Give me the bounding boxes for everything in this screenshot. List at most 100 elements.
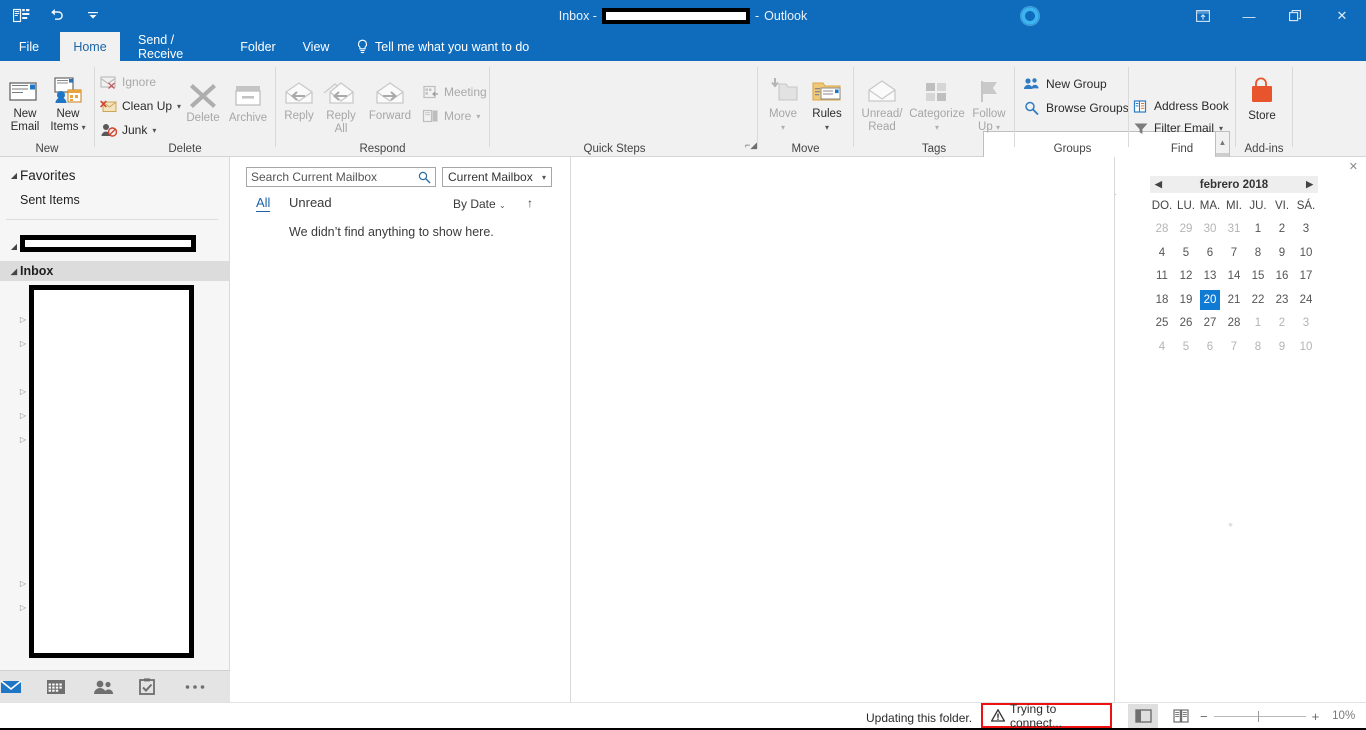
junk-button[interactable]: Junk ▾ — [100, 119, 156, 141]
new-items-button[interactable]: New Items ▾ — [45, 71, 91, 134]
calendar-prev-icon[interactable]: ◀ — [1155, 179, 1162, 190]
calendar-next-icon[interactable]: ▶ — [1306, 179, 1313, 190]
new-group-button[interactable]: New Group — [1023, 73, 1107, 95]
calendar-day[interactable]: 3 — [1294, 313, 1318, 334]
zoom-in-button[interactable]: + — [1312, 709, 1320, 724]
close-button[interactable]: ✕ — [1318, 0, 1366, 32]
ignore-button[interactable]: Ignore — [100, 71, 156, 93]
cortana-icon[interactable] — [1020, 6, 1040, 26]
calendar-day[interactable]: 5 — [1174, 337, 1198, 358]
calendar-day[interactable]: 7 — [1222, 243, 1246, 264]
calendar-day[interactable]: 15 — [1246, 266, 1270, 287]
search-current-mailbox-input[interactable]: Search Current Mailbox — [246, 167, 436, 187]
calendar-day[interactable]: 12 — [1174, 266, 1198, 287]
calendar-day[interactable]: 8 — [1246, 337, 1270, 358]
tab-view[interactable]: View — [292, 32, 340, 61]
more-respond-button[interactable]: More ▾ — [422, 105, 480, 127]
address-book-button[interactable]: Address Book — [1133, 95, 1229, 117]
calendar-day[interactable]: 10 — [1294, 337, 1318, 358]
move-button[interactable]: Move ▾ — [760, 71, 806, 134]
minimize-button[interactable]: — — [1226, 0, 1272, 32]
unread-read-button[interactable]: Unread/ Read — [856, 71, 908, 134]
calendar-day[interactable]: 26 — [1174, 313, 1198, 334]
people-nav-icon[interactable] — [92, 679, 138, 695]
tab-home[interactable]: Home — [60, 32, 120, 61]
sort-direction-icon[interactable]: ↑ — [527, 196, 533, 210]
close-icon[interactable]: ✕ — [1349, 160, 1358, 173]
delete-button[interactable]: Delete — [180, 75, 226, 125]
calendar-day[interactable]: 14 — [1222, 266, 1246, 287]
ribbon-display-options-icon[interactable] — [1180, 0, 1226, 32]
search-icon[interactable] — [418, 171, 431, 184]
zoom-out-button[interactable]: − — [1200, 709, 1208, 724]
calendar-day[interactable]: 9 — [1270, 337, 1294, 358]
calendar-day[interactable]: 28 — [1222, 313, 1246, 334]
tab-folder[interactable]: Folder — [232, 32, 284, 61]
sidebar-item-sent-items[interactable]: Sent Items — [0, 190, 230, 210]
calendar-day[interactable]: 8 — [1246, 243, 1270, 264]
calendar-day[interactable]: 17 — [1294, 266, 1318, 287]
calendar-day[interactable]: 21 — [1222, 290, 1246, 311]
search-scope-dropdown[interactable]: Current Mailbox ▾ — [442, 167, 552, 187]
calendar-day[interactable]: 25 — [1150, 313, 1174, 334]
calendar-day[interactable]: 30 — [1198, 219, 1222, 240]
reply-all-button[interactable]: Reply All — [318, 73, 364, 136]
calendar-day[interactable]: 2 — [1270, 219, 1294, 240]
rules-button[interactable]: Rules ▾ — [804, 71, 850, 134]
calendar-day-selected[interactable]: 20 — [1200, 289, 1220, 310]
store-button[interactable]: Store — [1239, 73, 1285, 123]
calendar-day[interactable]: 2 — [1270, 313, 1294, 334]
calendar-day[interactable]: 22 — [1246, 290, 1270, 311]
calendar-day[interactable]: 9 — [1270, 243, 1294, 264]
filter-email-button[interactable]: Filter Email ▾ — [1133, 117, 1223, 139]
favorites-header[interactable]: ◢ Favorites — [0, 165, 230, 185]
calendar-day[interactable]: 16 — [1270, 266, 1294, 287]
calendar-day[interactable]: 24 — [1294, 290, 1318, 311]
archive-button[interactable]: Archive — [225, 75, 271, 125]
restore-button[interactable] — [1272, 0, 1318, 32]
tab-file[interactable]: File — [8, 32, 50, 61]
calendar-day[interactable]: 7 — [1222, 337, 1246, 358]
calendar-day[interactable]: 6 — [1198, 337, 1222, 358]
undo-icon[interactable] — [46, 4, 68, 26]
clean-up-button[interactable]: Clean Up ▾ — [100, 95, 181, 117]
tell-me-search[interactable]: Tell me what you want to do — [356, 32, 529, 61]
zoom-slider-thumb[interactable] — [1257, 710, 1259, 722]
calendar-day[interactable]: 4 — [1150, 243, 1174, 264]
calendar-day[interactable]: 11 — [1150, 266, 1174, 287]
new-email-button[interactable]: New Email — [2, 71, 48, 134]
calendar-day[interactable]: 5 — [1174, 243, 1198, 264]
customize-qat-chevron-icon[interactable] — [82, 4, 104, 26]
calendar-day[interactable]: 23 — [1270, 290, 1294, 311]
calendar-day[interactable]: 1 — [1246, 219, 1270, 240]
browse-groups-button[interactable]: Browse Groups — [1023, 97, 1129, 119]
calendar-day[interactable]: 10 — [1294, 243, 1318, 264]
filter-unread-tab[interactable]: Unread — [289, 195, 332, 210]
meeting-button[interactable]: Meeting — [422, 81, 487, 103]
status-connect-highlight[interactable]: Trying to connect... — [981, 702, 1112, 730]
calendar-day[interactable]: 4 — [1150, 337, 1174, 358]
calendar-day[interactable]: 29 — [1174, 219, 1198, 240]
calendar-day[interactable]: 18 — [1150, 290, 1174, 311]
categorize-button[interactable]: Categorize ▾ — [908, 71, 966, 134]
sidebar-item-inbox[interactable]: ◢ Inbox — [0, 261, 230, 281]
calendar-nav-icon[interactable] — [46, 679, 92, 695]
tasks-nav-icon[interactable] — [138, 678, 184, 695]
calendar-day[interactable]: 27 — [1198, 313, 1222, 334]
send-receive-qat-icon[interactable] — [10, 4, 32, 26]
mail-nav-icon[interactable] — [0, 679, 46, 695]
tab-send-receive[interactable]: Send / Receive — [126, 32, 226, 61]
filter-all-tab[interactable]: All — [256, 195, 271, 212]
more-nav-icon[interactable] — [184, 683, 230, 691]
sort-by-date-dropdown[interactable]: By Date ⌄ — [453, 197, 506, 211]
follow-up-button[interactable]: Follow Up ▾ — [966, 71, 1012, 134]
calendar-day[interactable]: 31 — [1222, 219, 1246, 240]
reading-view-icon[interactable] — [1168, 704, 1194, 728]
calendar-day[interactable]: 6 — [1198, 243, 1222, 264]
zoom-slider[interactable] — [1213, 710, 1306, 722]
calendar-day[interactable]: 1 — [1246, 313, 1270, 334]
calendar-day[interactable]: 3 — [1294, 219, 1318, 240]
calendar-day[interactable]: 19 — [1174, 290, 1198, 311]
calendar-day[interactable]: 13 — [1198, 266, 1222, 287]
normal-view-icon[interactable] — [1128, 704, 1158, 728]
